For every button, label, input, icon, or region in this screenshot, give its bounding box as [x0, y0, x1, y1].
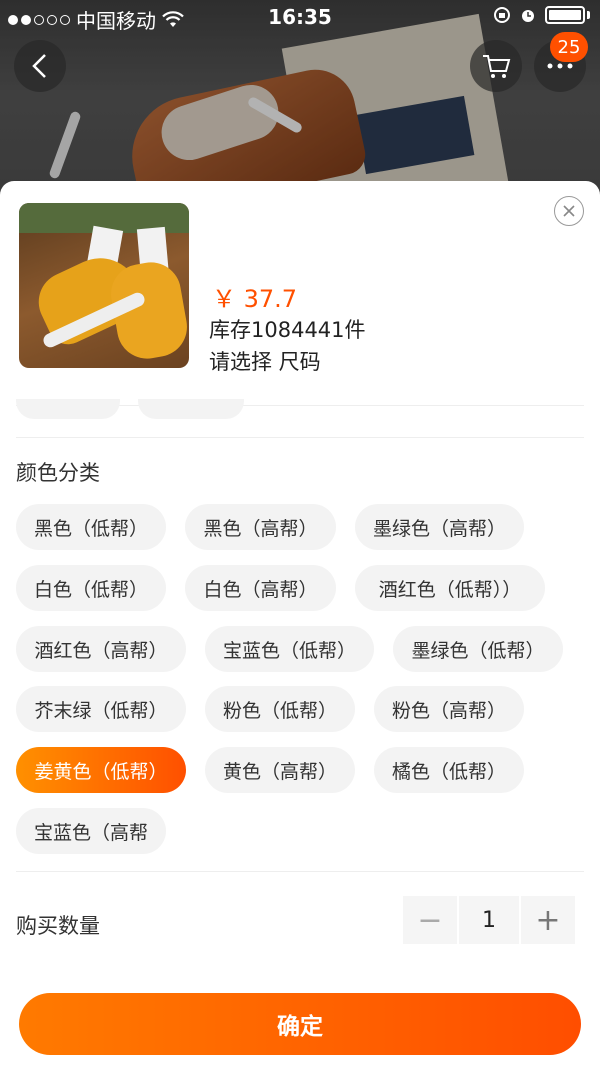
quantity-label: 购买数量 [16, 914, 100, 938]
color-option[interactable]: 黑色（高帮） [185, 504, 336, 550]
size-chip-partial[interactable] [138, 399, 244, 419]
product-thumbnail[interactable] [19, 203, 189, 368]
battery-icon [545, 6, 585, 24]
confirm-button[interactable]: 确定 [19, 993, 581, 1055]
divider [16, 871, 584, 872]
increase-button[interactable]: + [521, 896, 575, 944]
close-button[interactable] [554, 196, 584, 226]
color-option[interactable]: 黑色（低帮） [16, 504, 166, 550]
divider [16, 437, 584, 438]
status-right [493, 6, 590, 24]
color-option[interactable]: 宝蓝色（低帮） [205, 626, 374, 672]
color-option[interactable]: 墨绿色（低帮） [393, 626, 563, 672]
cart-icon [483, 55, 511, 78]
product-price: ￥ 37.7 [212, 285, 298, 313]
alarm-icon [522, 10, 534, 22]
back-icon [32, 54, 46, 78]
color-option[interactable]: 橘色（低帮） [374, 747, 524, 793]
status-bar: 中国移动 16:35 [0, 0, 600, 34]
cart-button[interactable] [470, 40, 522, 92]
color-option[interactable]: 酒红色（高帮） [16, 626, 186, 672]
color-option[interactable]: 白色（低帮） [16, 565, 166, 611]
color-option[interactable]: 墨绿色（高帮） [355, 504, 524, 550]
color-section-title: 颜色分类 [16, 461, 100, 485]
back-button[interactable] [14, 40, 66, 92]
color-option[interactable]: 白色（高帮） [185, 565, 336, 611]
quantity-value[interactable]: 1 [459, 896, 519, 944]
size-chip-partial[interactable] [16, 399, 120, 419]
color-option[interactable]: 酒红色（低帮）） [355, 565, 545, 611]
color-option[interactable]: 黄色（高帮） [205, 747, 355, 793]
color-option[interactable]: 粉色（高帮） [374, 686, 524, 732]
quantity-stepper: − 1 + [403, 896, 575, 944]
decrease-button[interactable]: − [403, 896, 457, 944]
color-option[interactable]: 粉色（低帮） [205, 686, 355, 732]
color-option[interactable]: 宝蓝色（高帮 [16, 808, 166, 854]
color-option[interactable]: 芥末绿（低帮） [16, 686, 186, 732]
more-icon [547, 63, 573, 69]
cart-count-badge: 25 [550, 32, 588, 62]
close-icon [563, 205, 575, 217]
selection-prompt: 请选择 尺码 [209, 350, 321, 374]
product-stock: 库存1084441件 [209, 318, 366, 342]
color-option-selected[interactable]: 姜黄色（低帮） [16, 747, 186, 793]
orientation-lock-icon [494, 7, 510, 23]
